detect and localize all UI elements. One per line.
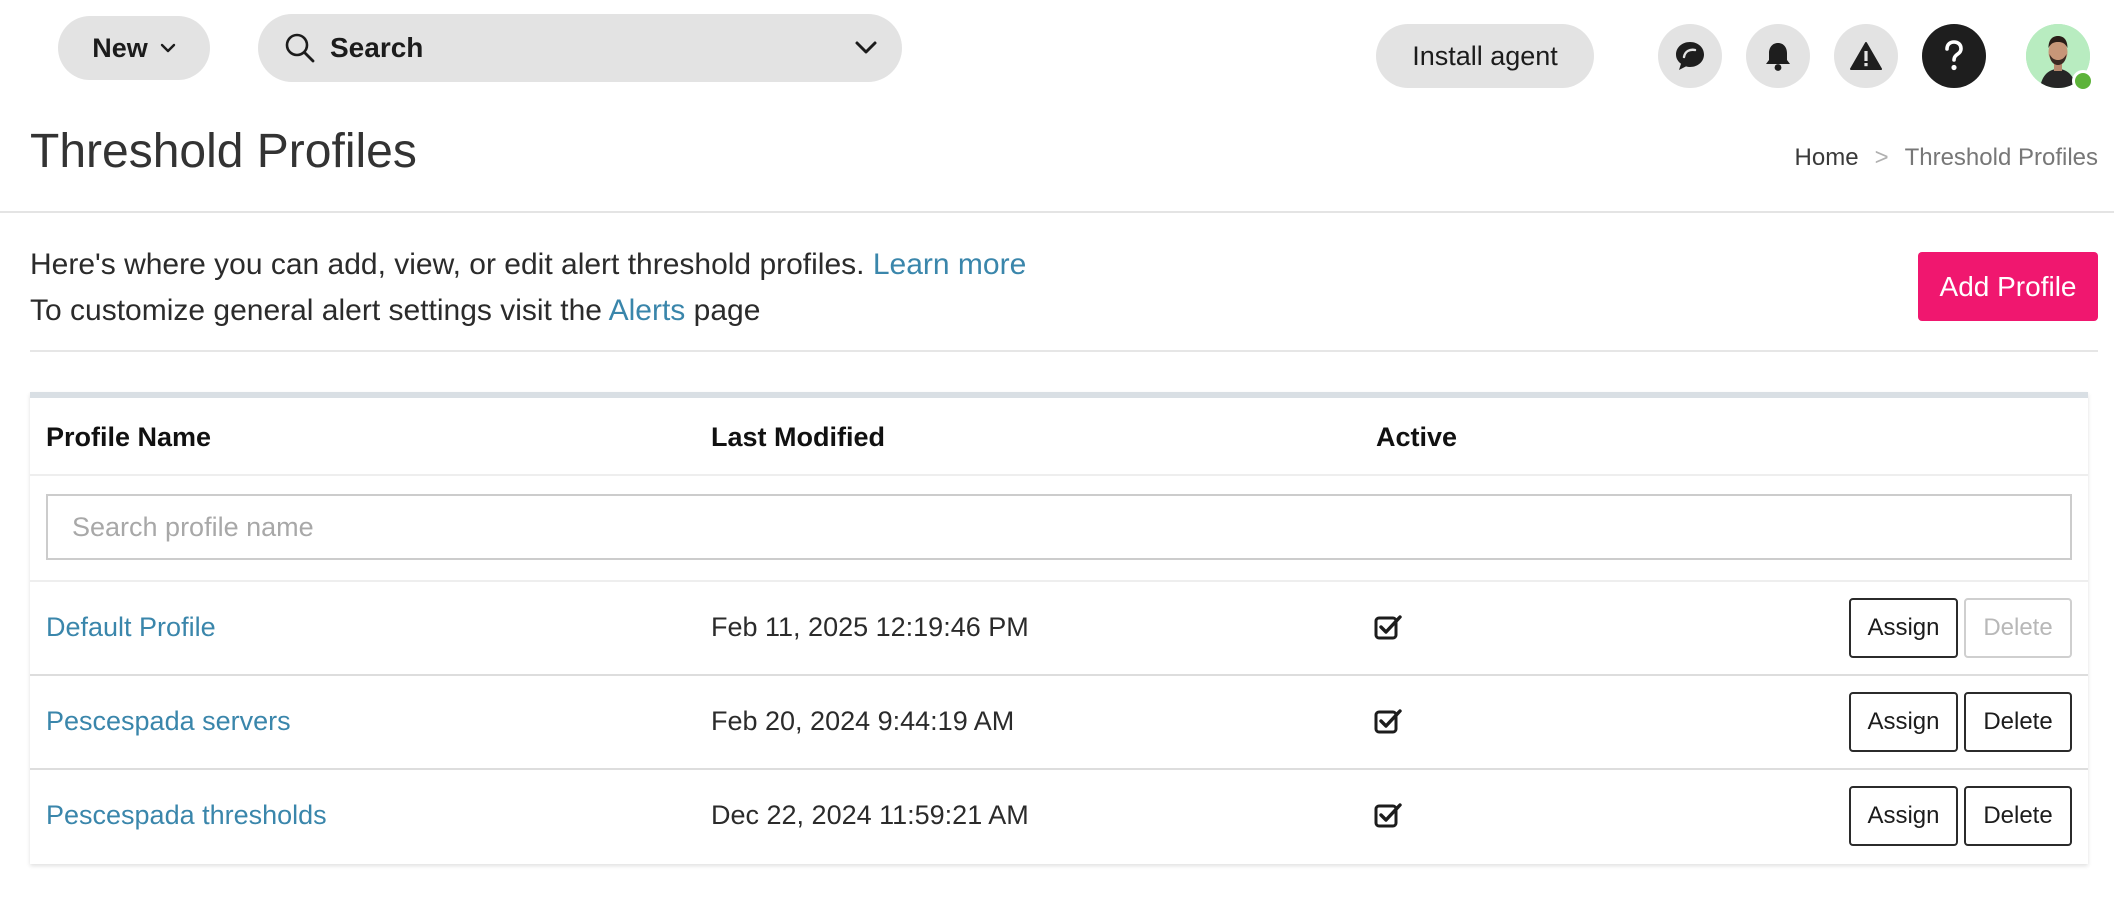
install-agent-label: Install agent [1412,40,1558,71]
assign-label: Assign [1867,708,1940,735]
chat-button[interactable] [1658,24,1722,88]
profile-search-input[interactable] [46,494,2072,560]
bell-icon [1766,43,1790,71]
table-header: Profile Name Last Modified Active [30,398,2088,476]
new-button[interactable]: New [58,16,210,80]
alerts-link[interactable]: Alerts [609,294,686,327]
help-button[interactable] [1922,24,1986,88]
assign-button[interactable]: Assign [1849,786,1958,846]
warning-icon [1850,42,1882,70]
breadcrumb-current: Threshold Profiles [1904,144,2098,171]
delete-label: Delete [1983,802,2053,829]
table-row: Pescespada servers Feb 20, 2024 9:44:19 … [30,676,2088,770]
table-row: Pescespada thresholds Dec 22, 2024 11:59… [30,770,2088,864]
new-button-label: New [92,32,148,63]
delete-button[interactable]: Delete [1964,692,2072,752]
global-search[interactable]: Search [258,14,902,82]
profile-name-link[interactable]: Default Profile [46,612,216,643]
add-profile-button[interactable]: Add Profile [1918,252,2098,321]
profiles-table: Profile Name Last Modified Active Defaul… [30,392,2088,864]
assign-label: Assign [1867,802,1940,829]
assign-button[interactable]: Assign [1849,692,1958,752]
delete-label: Delete [1983,708,2053,735]
notifications-button[interactable] [1746,24,1810,88]
last-modified-cell: Feb 20, 2024 9:44:19 AM [711,706,1015,736]
active-checkbox-icon [1374,615,1402,640]
column-header-profile-name[interactable]: Profile Name [46,422,211,453]
learn-more-link[interactable]: Learn more [873,248,1026,281]
intro-divider [30,350,2098,352]
intro-line-1-text: Here's where you can add, view, or edit … [30,248,865,281]
table-row: Default Profile Feb 11, 2025 12:19:46 PM… [30,582,2088,676]
intro-line-2-after: page [693,294,761,327]
install-agent-button[interactable]: Install agent [1376,24,1594,88]
add-profile-label: Add Profile [1939,270,2077,302]
profile-name-link[interactable]: Pescespada thresholds [46,800,327,831]
active-checkbox-icon [1374,709,1402,734]
chat-icon [1676,42,1704,70]
intro-line-2: To customize general alert settings visi… [30,288,1026,334]
breadcrumb: Home > Threshold Profiles [1795,144,2098,172]
delete-label: Delete [1983,614,2053,641]
table-filter-row [30,476,2088,582]
delete-button[interactable]: Delete [1964,786,2072,846]
intro-text: Here's where you can add, view, or edit … [30,242,1026,334]
column-header-active[interactable]: Active [1376,422,1457,453]
last-modified-cell: Dec 22, 2024 11:59:21 AM [711,800,1029,830]
assign-label: Assign [1867,614,1940,641]
page-title: Threshold Profiles [30,125,417,178]
intro-line-2-before: To customize general alert settings visi… [30,294,602,327]
delete-button[interactable]: Delete [1964,598,2072,658]
active-checkbox-icon [1374,803,1402,828]
breadcrumb-separator: > [1874,144,1889,171]
profile-name-link[interactable]: Pescespada servers [46,706,291,737]
last-modified-cell: Feb 11, 2025 12:19:46 PM [711,612,1029,642]
intro-line-1: Here's where you can add, view, or edit … [30,242,1026,288]
chevron-down-icon [160,43,175,53]
assign-button[interactable]: Assign [1849,598,1958,658]
chevron-down-icon[interactable] [854,40,878,56]
header-divider [0,211,2114,213]
online-status-indicator [2072,70,2094,92]
column-header-last-modified[interactable]: Last Modified [711,422,885,453]
help-icon [1945,40,1963,71]
alerts-button[interactable] [1834,24,1898,88]
search-icon [285,33,315,63]
top-bar: New Search Install agent [0,0,2114,100]
breadcrumb-home[interactable]: Home [1795,144,1859,172]
search-label: Search [330,32,424,63]
